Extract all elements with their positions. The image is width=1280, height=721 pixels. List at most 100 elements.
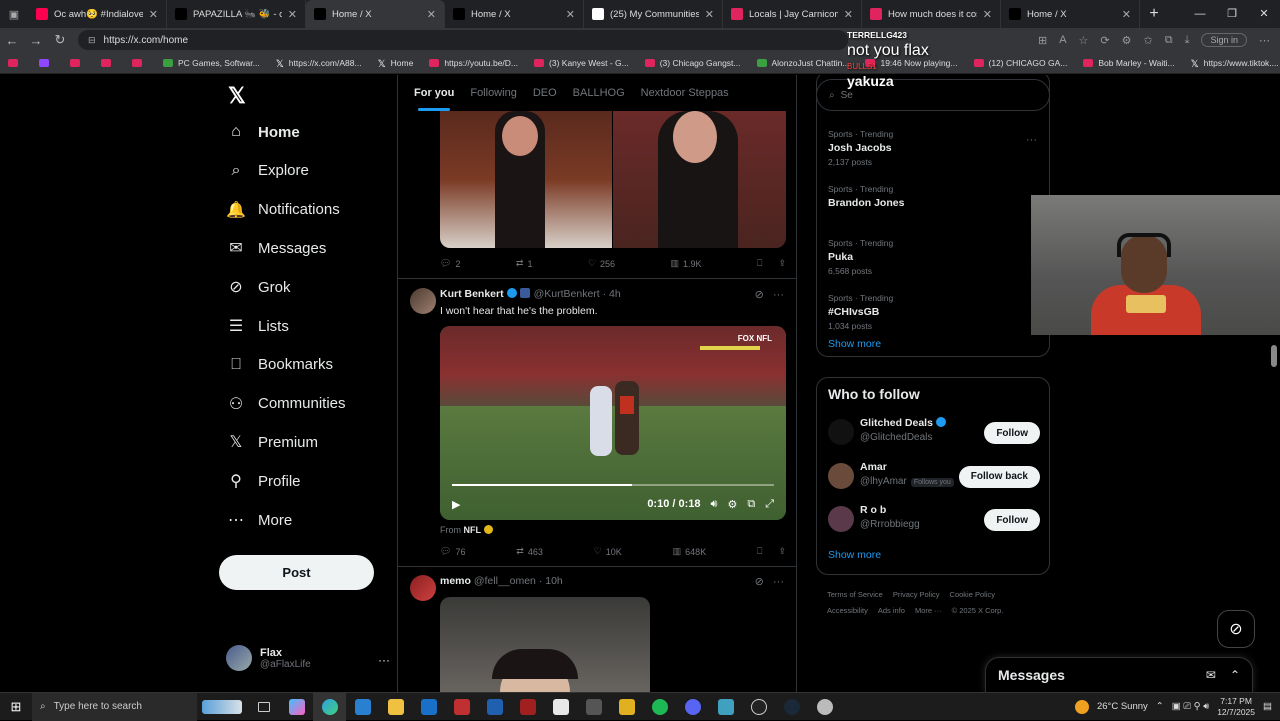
- weather-text[interactable]: 26°C Sunny: [1097, 701, 1148, 712]
- tweet-author-name[interactable]: memo: [440, 575, 471, 587]
- grok-explain-icon[interactable]: ⊘: [755, 576, 764, 588]
- reply-button[interactable]: 💬︎ 76: [440, 546, 465, 557]
- feed-tab[interactable]: For you: [414, 75, 454, 111]
- account-more-icon[interactable]: ···: [378, 653, 390, 667]
- tab-close-icon[interactable]: ✕: [149, 8, 158, 21]
- minimize-button[interactable]: —: [1184, 0, 1216, 28]
- taskbar-clock[interactable]: 7:17 PM 12/7/2025: [1217, 696, 1255, 718]
- bookmark-item[interactable]: 𝕏https://www.tiktok....: [1191, 58, 1279, 70]
- follow-suggestion-name[interactable]: Glitched Deals: [860, 417, 949, 429]
- tweet-media-image[interactable]: [613, 111, 786, 248]
- share-icon[interactable]: ⇪: [778, 258, 786, 269]
- repost-button[interactable]: ⇄ 1: [516, 258, 533, 269]
- fullscreen-icon[interactable]: ⤢: [765, 498, 774, 511]
- grok-explain-icon[interactable]: ⊘: [755, 289, 764, 301]
- views-button[interactable]: ▥ 1.9K: [671, 258, 702, 269]
- url-field[interactable]: ⊟ https://x.com/home: [78, 30, 848, 50]
- outlook-icon[interactable]: [412, 693, 445, 721]
- nav-item-explore[interactable]: ⌕ Explore: [226, 161, 309, 181]
- tweet-author-name[interactable]: Kurt Benkert: [440, 288, 504, 300]
- browser-tab[interactable]: How much does it cost to ap ✕: [862, 0, 1001, 28]
- sign-in-button[interactable]: Sign in: [1201, 33, 1247, 47]
- footer-link[interactable]: © 2025 X Corp.: [952, 606, 1004, 615]
- scrollbar-thumb[interactable]: [1271, 345, 1277, 367]
- reload-button[interactable]: ↻: [48, 32, 72, 48]
- browser-tab[interactable]: Home / X ✕: [1001, 0, 1140, 28]
- bookmark-item[interactable]: [70, 58, 85, 67]
- tweet-author-avatar[interactable]: [410, 288, 436, 314]
- tab-close-icon[interactable]: ✕: [288, 8, 297, 21]
- follow-suggestion-avatar[interactable]: [828, 419, 854, 445]
- video-settings-icon[interactable]: ⚙: [727, 498, 737, 511]
- refresh-extension-icon[interactable]: ⟳: [1100, 34, 1109, 47]
- grok-floating-button[interactable]: ⊘: [1217, 610, 1255, 648]
- tweet-time[interactable]: · 10h: [539, 575, 563, 587]
- footer-link[interactable]: Accessibility: [827, 606, 868, 615]
- extensions-icon[interactable]: ⚙: [1122, 34, 1132, 47]
- follow-button[interactable]: Follow: [984, 509, 1040, 531]
- bookmark-item[interactable]: Bob Marley - Waiti...: [1083, 58, 1175, 68]
- bookmark-item[interactable]: [101, 58, 116, 67]
- nav-item-profile[interactable]: ⚲ Profile: [226, 471, 300, 491]
- tab-close-icon[interactable]: ✕: [983, 8, 992, 21]
- taskbar-app-red[interactable]: [445, 693, 478, 721]
- maximize-button[interactable]: ❐: [1216, 0, 1248, 28]
- forward-button[interactable]: →: [24, 33, 48, 48]
- nav-item-premium[interactable]: 𝕏 Premium: [226, 432, 318, 452]
- browser-tab[interactable]: Home / X ✕: [445, 0, 584, 28]
- bookmark-item[interactable]: [39, 58, 54, 67]
- weather-icon[interactable]: [1074, 699, 1089, 714]
- taskbar-app-blue[interactable]: [478, 693, 511, 721]
- x-logo-icon[interactable]: 𝕏: [228, 83, 246, 109]
- nav-item-bookmarks[interactable]: ⎕ Bookmarks: [226, 355, 333, 375]
- follow-suggestion-name[interactable]: Amar: [860, 461, 887, 473]
- nav-item-home[interactable]: ⌂ Home: [226, 122, 300, 142]
- feed-tab[interactable]: Nextdoor Steppas: [641, 75, 729, 111]
- wtf-show-more-link[interactable]: Show more: [828, 549, 881, 561]
- follow-suggestion-name[interactable]: R o b: [860, 504, 886, 516]
- repost-button[interactable]: ⇄ 463: [516, 546, 543, 557]
- collections-icon[interactable]: ⧉: [1165, 34, 1173, 47]
- favorites-icon[interactable]: ✩: [1144, 34, 1153, 47]
- pip-icon[interactable]: ⧉: [747, 498, 755, 511]
- notification-center-icon[interactable]: ▤: [1263, 701, 1272, 712]
- windows-start-icon[interactable]: ⊞: [0, 699, 32, 715]
- footer-link[interactable]: Terms of Service: [827, 590, 883, 599]
- downloads-icon[interactable]: ⤓: [1185, 34, 1190, 47]
- trends-show-more-link[interactable]: Show more: [828, 338, 881, 350]
- nav-item-more[interactable]: ⋯ More: [226, 510, 292, 530]
- video-source-name[interactable]: NFL: [464, 525, 482, 535]
- taskbar-app-dark[interactable]: [577, 693, 610, 721]
- play-icon[interactable]: ▶: [452, 498, 460, 511]
- bookmark-item[interactable]: PC Games, Softwar...: [163, 58, 260, 68]
- trend-item[interactable]: Sports · Trending Brandon Jones: [828, 184, 904, 209]
- browser-tab[interactable]: PAPAZILLA 🐜 🐝 - original s ✕: [167, 0, 306, 28]
- tab-close-icon[interactable]: ✕: [1122, 8, 1131, 21]
- tweet-more-icon[interactable]: ···: [773, 576, 784, 588]
- bookmark-item[interactable]: [8, 58, 23, 67]
- views-button[interactable]: ▥ 648K: [673, 546, 707, 557]
- nav-item-messages[interactable]: ✉ Messages: [226, 238, 326, 258]
- tweet-video[interactable]: FOX NFL ▶ 0:10 / 0:18 🔊︎ ⚙ ⧉ ⤢: [440, 326, 786, 520]
- tweet-media-image[interactable]: [440, 111, 612, 248]
- footer-link[interactable]: Privacy Policy: [893, 590, 940, 599]
- discord-icon[interactable]: [676, 693, 709, 721]
- favorite-star-icon[interactable]: ☆: [1079, 34, 1089, 47]
- taskbar-app-ship[interactable]: [197, 693, 247, 721]
- nav-item-communities[interactable]: ⚇ Communities: [226, 394, 346, 414]
- feed-tab[interactable]: Following: [470, 75, 516, 111]
- taskbar-app-news[interactable]: [511, 693, 544, 721]
- trend-item[interactable]: Sports · Trending #CHIvsGB 1,034 posts: [828, 293, 893, 331]
- tray-icons[interactable]: ▣ ⎚ ⚲ 🔊︎: [1172, 701, 1209, 712]
- nav-item-grok[interactable]: ⊘ Grok: [226, 277, 290, 297]
- like-button[interactable]: ♡ 256: [588, 258, 615, 269]
- tweet-time[interactable]: · 4h: [603, 288, 621, 300]
- bookmark-item[interactable]: AlonzoJust Chattin...: [756, 58, 849, 68]
- volume-icon[interactable]: 🔊︎: [711, 498, 718, 511]
- back-button[interactable]: ←: [0, 33, 24, 48]
- nav-item-lists[interactable]: ☰ Lists: [226, 316, 289, 336]
- tweet-more-icon[interactable]: ···: [773, 289, 784, 301]
- bookmark-item[interactable]: (3) Chicago Gangst...: [644, 58, 741, 68]
- tab-close-icon[interactable]: ✕: [427, 8, 436, 21]
- close-window-button[interactable]: ✕: [1248, 0, 1280, 28]
